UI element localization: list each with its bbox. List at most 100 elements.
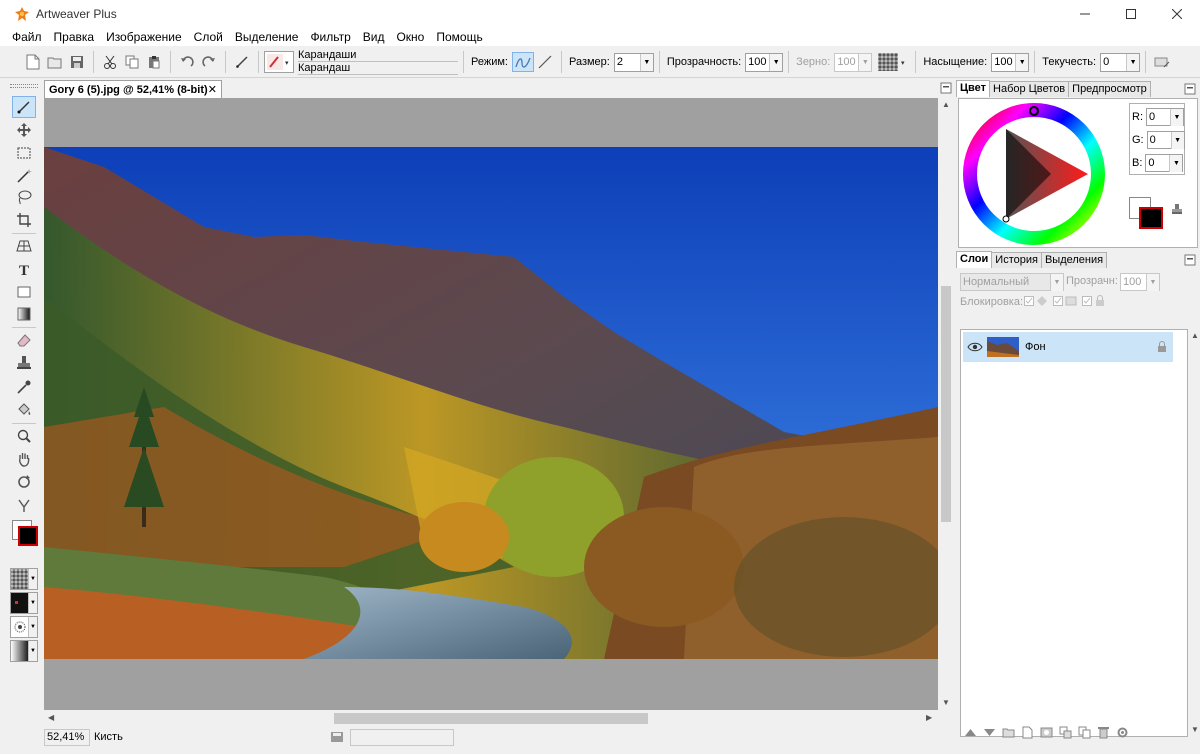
tool-shape[interactable] (12, 281, 36, 303)
r-input[interactable]: 0 ▼ (1146, 108, 1184, 126)
tool-lasso[interactable] (12, 186, 36, 208)
maximize-button[interactable] (1108, 0, 1154, 28)
brush-tool-options-button[interactable] (231, 51, 253, 73)
mode-line-button[interactable] (534, 51, 556, 73)
close-window-button[interactable] (1154, 0, 1200, 28)
texture-picker[interactable]: ▾ (876, 51, 910, 73)
cut-button[interactable] (99, 51, 121, 73)
tool-crop[interactable] (12, 209, 36, 231)
panel-grip[interactable] (10, 84, 38, 88)
tab-color[interactable]: Цвет (956, 80, 991, 97)
texture-preset-picker[interactable]: ▼ (10, 568, 38, 590)
duplicate-layer-icon[interactable] (1078, 726, 1091, 739)
copy-button[interactable] (121, 51, 143, 73)
menu-window[interactable]: Окно (390, 28, 430, 46)
tool-brush[interactable] (12, 96, 36, 118)
tool-fill-bucket[interactable] (12, 399, 36, 421)
gradient-preset-picker[interactable]: ▼ (10, 640, 38, 662)
opacity-select[interactable]: 100 ▼ (745, 52, 784, 72)
menu-image[interactable]: Изображение (100, 28, 188, 46)
menu-edit[interactable]: Правка (48, 28, 101, 46)
undo-button[interactable] (176, 51, 198, 73)
horizontal-scroll-thumb[interactable] (334, 713, 648, 724)
open-file-button[interactable] (44, 51, 66, 73)
layer-row[interactable]: Фон (963, 332, 1173, 362)
tool-gradient[interactable] (12, 303, 36, 325)
redo-button[interactable] (198, 51, 220, 73)
brush-category-label[interactable]: Карандаши (298, 49, 458, 62)
new-file-button[interactable] (22, 51, 44, 73)
grain-select[interactable]: 100 ▼ (834, 52, 873, 72)
color-swatches[interactable] (10, 518, 40, 548)
lock-transparency-icon[interactable] (1024, 295, 1050, 307)
tool-magic-wand[interactable] (12, 165, 36, 187)
tool-text[interactable]: T (12, 258, 36, 280)
tool-hand[interactable] (12, 448, 36, 470)
tab-preview[interactable]: Предпросмотр (1068, 81, 1151, 97)
saturation-select[interactable]: 100 ▼ (991, 52, 1030, 72)
foreground-color-swatch[interactable] (18, 526, 38, 546)
brush-preset-picker-2[interactable]: ▼ (10, 616, 38, 638)
scroll-down-icon[interactable]: ▼ (942, 698, 950, 707)
tab-selections[interactable]: Выделения (1040, 252, 1108, 268)
tool-perspective[interactable] (12, 235, 36, 257)
layer-mask-icon[interactable] (1040, 726, 1053, 739)
eye-visibility-icon[interactable] (967, 341, 983, 353)
panel-menu-icon[interactable] (1184, 83, 1196, 95)
panel-menu-icon[interactable] (940, 82, 952, 94)
lock-all-icon[interactable] (1082, 295, 1108, 307)
size-select[interactable]: 2 ▼ (613, 52, 654, 72)
scroll-up-icon[interactable]: ▲ (1191, 331, 1199, 340)
merge-layers-icon[interactable] (1059, 726, 1072, 739)
color-preset-picker[interactable]: ▼ (10, 592, 38, 614)
minimize-button[interactable] (1062, 0, 1108, 28)
zoom-status[interactable]: 52,41% (44, 728, 90, 746)
tool-clone-stamp[interactable] (12, 352, 36, 374)
document-tab[interactable]: Gory 6 (5).jpg @ 52,41% (8-bit) ✕ (44, 80, 222, 98)
tool-rect-select[interactable] (12, 142, 36, 164)
scroll-right-icon[interactable]: ▶ (926, 713, 932, 722)
document-image[interactable] (44, 147, 938, 659)
brush-preset-picker[interactable]: ▾ (264, 51, 294, 73)
lock-pixels-icon[interactable] (1053, 295, 1079, 307)
tool-eyedropper[interactable] (12, 376, 36, 398)
new-group-icon[interactable] (1002, 726, 1015, 739)
layer-opacity-select[interactable]: 100 ▼ (1120, 273, 1160, 291)
save-button[interactable] (66, 51, 88, 73)
scroll-left-icon[interactable]: ◀ (48, 713, 54, 722)
canvas-vertical-scrollbar[interactable]: ▲ ▼ (938, 98, 954, 710)
menu-file[interactable]: Файл (6, 28, 48, 46)
tool-zoom[interactable] (12, 425, 36, 447)
close-document-icon[interactable]: ✕ (208, 83, 217, 96)
vertical-scroll-thumb[interactable] (941, 286, 951, 522)
tool-eraser[interactable] (12, 329, 36, 351)
tool-rotate[interactable] (12, 471, 36, 493)
g-input[interactable]: 0 ▼ (1146, 131, 1185, 149)
menu-layer[interactable]: Слой (188, 28, 229, 46)
delete-layer-icon[interactable] (1097, 726, 1110, 739)
panel-foreground-swatch[interactable] (1139, 207, 1163, 229)
tool-move[interactable] (12, 119, 36, 141)
tab-swatches[interactable]: Набор Цветов (989, 81, 1070, 97)
menu-selection[interactable]: Выделение (229, 28, 305, 46)
tab-layers[interactable]: Слои (956, 251, 993, 268)
tablet-settings-button[interactable] (1151, 51, 1173, 73)
mode-freehand-button[interactable] (511, 52, 534, 72)
tab-history[interactable]: История (991, 252, 1042, 268)
panel-menu-icon[interactable] (1184, 254, 1196, 266)
paste-button[interactable] (143, 51, 165, 73)
scroll-up-icon[interactable]: ▲ (942, 100, 950, 109)
brush-name-label[interactable]: Карандаш (298, 62, 458, 75)
menu-help[interactable]: Помощь (430, 28, 488, 46)
b-input[interactable]: 0 ▼ (1145, 154, 1184, 172)
canvas-horizontal-scrollbar[interactable]: ◀ ▶ (44, 710, 938, 727)
menu-view[interactable]: Вид (357, 28, 391, 46)
layer-properties-icon[interactable] (1116, 726, 1129, 739)
stamp-icon[interactable] (1171, 203, 1183, 215)
canvas-area[interactable] (44, 98, 938, 710)
move-layer-up-icon[interactable] (964, 726, 977, 739)
menu-filter[interactable]: Фильтр (304, 28, 356, 46)
layers-scrollbar[interactable]: ▲ ▼ (1190, 329, 1200, 737)
color-wheel[interactable] (961, 99, 1111, 249)
flow-select[interactable]: 0 ▼ (1100, 52, 1141, 72)
